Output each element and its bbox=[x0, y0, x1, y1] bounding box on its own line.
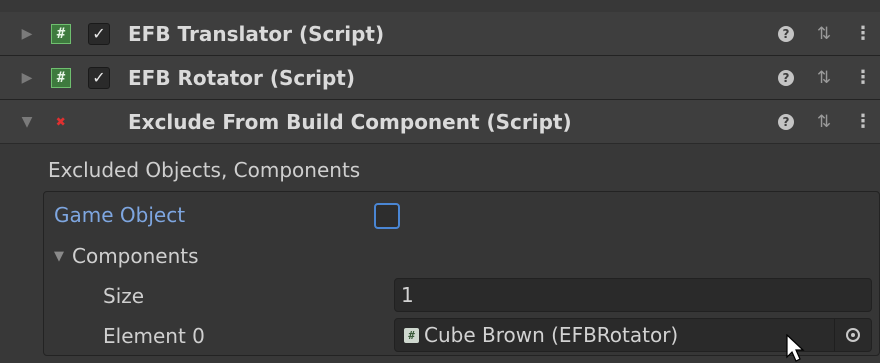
help-icon[interactable]: ? bbox=[776, 68, 796, 88]
component-title: EFB Translator (Script) bbox=[128, 21, 385, 46]
help-icon[interactable]: ? bbox=[776, 24, 796, 44]
help-icon[interactable]: ? bbox=[776, 112, 796, 132]
foldout-collapsed-icon[interactable]: ▶ bbox=[20, 26, 34, 42]
preset-icon[interactable]: ⇅ bbox=[814, 112, 834, 132]
game-object-checkbox[interactable] bbox=[374, 203, 400, 229]
mouse-cursor-icon bbox=[786, 334, 805, 362]
context-menu-icon[interactable]: ⋮ bbox=[853, 111, 873, 132]
component-title: EFB Rotator (Script) bbox=[128, 65, 355, 90]
element-0-value: Cube Brown (EFBRotator) bbox=[424, 323, 679, 347]
script-icon: # bbox=[51, 67, 71, 88]
preset-icon[interactable]: ⇅ bbox=[814, 24, 834, 44]
component-header-exclude-from-build[interactable]: ▼ ✖ Exclude From Build Component (Script… bbox=[0, 100, 880, 144]
preset-icon[interactable]: ⇅ bbox=[814, 68, 834, 88]
component-title: Exclude From Build Component (Script) bbox=[128, 109, 572, 134]
component-enabled-checkbox[interactable]: ✓ bbox=[88, 66, 110, 89]
foldout-expanded-icon[interactable]: ▼ bbox=[20, 114, 34, 130]
object-picker-icon[interactable] bbox=[834, 319, 871, 351]
components-foldout-icon[interactable]: ▼ bbox=[54, 249, 64, 264]
size-input[interactable]: 1 bbox=[394, 278, 872, 312]
game-object-label: Game Object bbox=[54, 203, 186, 227]
component-enabled-checkbox[interactable]: ✓ bbox=[88, 22, 110, 45]
script-object-icon: # bbox=[404, 328, 419, 343]
component-header-efb-translator[interactable]: ▶ # ✓ EFB Translator (Script) ? ⇅ ⋮ bbox=[0, 12, 880, 56]
missing-script-icon: ✖ bbox=[56, 112, 66, 131]
context-menu-icon[interactable]: ⋮ bbox=[853, 23, 873, 44]
element-0-label: Element 0 bbox=[103, 324, 205, 348]
context-menu-icon[interactable]: ⋮ bbox=[853, 67, 873, 88]
components-foldout-label[interactable]: Components bbox=[72, 244, 199, 268]
script-icon: # bbox=[51, 23, 71, 44]
component-header-efb-rotator[interactable]: ▶ # ✓ EFB Rotator (Script) ? ⇅ ⋮ bbox=[0, 56, 880, 100]
section-label: Excluded Objects, Components bbox=[48, 158, 361, 182]
foldout-collapsed-icon[interactable]: ▶ bbox=[20, 70, 34, 86]
size-label: Size bbox=[103, 284, 145, 308]
